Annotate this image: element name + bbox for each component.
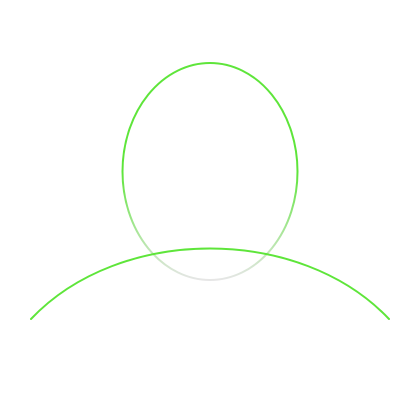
user-icon-canvas [0, 0, 420, 420]
user-outline-icon [0, 0, 420, 420]
